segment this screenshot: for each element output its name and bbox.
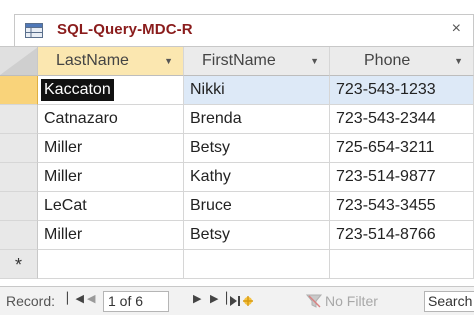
query-tab[interactable]: SQL-Query-MDC-R × xyxy=(14,14,474,46)
table-row[interactable]: Miller Betsy 725-654-3211 xyxy=(0,134,474,163)
chevron-down-icon[interactable]: ▼ xyxy=(310,47,319,75)
table-row[interactable]: LeCat Bruce 723-543-3455 xyxy=(0,192,474,221)
column-header-label: FirstName xyxy=(202,52,276,69)
column-header-firstname[interactable]: FirstName ▼ xyxy=(184,47,330,76)
firstname-cell[interactable]: Betsy xyxy=(184,134,330,163)
lastname-cell[interactable]: LeCat xyxy=(38,192,184,221)
chevron-down-icon[interactable]: ▼ xyxy=(164,47,173,75)
phone-cell[interactable]: 723-543-1233 xyxy=(330,76,474,105)
firstname-cell[interactable]: Brenda xyxy=(184,105,330,134)
record-selector[interactable] xyxy=(0,134,38,163)
firstname-cell[interactable]: Betsy xyxy=(184,221,330,250)
lastname-cell[interactable] xyxy=(38,250,184,279)
phone-cell[interactable]: 723-543-3455 xyxy=(330,192,474,221)
next-record-icon[interactable]: ▶ xyxy=(193,292,201,305)
new-record-icon[interactable] xyxy=(228,293,254,309)
phone-cell[interactable]: 725-654-3211 xyxy=(330,134,474,163)
record-selector[interactable] xyxy=(0,192,38,221)
record-navigation-bar: Record: ▏◀ ◀ 1 of 6 ▶ ▶▕ No Filter Searc… xyxy=(0,286,474,315)
phone-cell[interactable]: 723-543-2344 xyxy=(330,105,474,134)
phone-cell[interactable]: 723-514-8766 xyxy=(330,221,474,250)
table-row[interactable]: Catnazaro Brenda 723-543-2344 xyxy=(0,105,474,134)
first-record-button[interactable]: ▏◀ xyxy=(67,292,84,305)
no-filter-button[interactable]: No Filter xyxy=(325,293,378,309)
new-record-row[interactable]: * xyxy=(0,250,474,279)
close-icon[interactable]: × xyxy=(452,20,461,38)
firstname-cell[interactable] xyxy=(184,250,330,279)
firstname-cell[interactable]: Bruce xyxy=(184,192,330,221)
first-record-icon: ◀ xyxy=(75,293,84,305)
last-record-button[interactable]: ▶▕ xyxy=(210,292,227,305)
select-all-corner[interactable] xyxy=(0,47,38,76)
table-row[interactable]: Kaccaton Nikki 723-543-1233 xyxy=(0,76,474,105)
column-header-phone[interactable]: Phone ▼ xyxy=(330,47,474,76)
record-selector[interactable] xyxy=(0,105,38,134)
phone-cell[interactable] xyxy=(330,250,474,279)
lastname-cell[interactable]: Catnazaro xyxy=(38,105,184,134)
lastname-cell[interactable]: Miller xyxy=(38,221,184,250)
column-header-label: LastName xyxy=(56,52,129,69)
chevron-down-icon[interactable]: ▼ xyxy=(454,47,463,75)
tab-title: SQL-Query-MDC-R xyxy=(57,21,193,38)
lastname-cell[interactable]: Miller xyxy=(38,134,184,163)
cell-text: Kaccaton xyxy=(41,79,114,101)
header-row: LastName ▼ FirstName ▼ Phone ▼ xyxy=(0,47,474,76)
phone-cell[interactable]: 723-514-9877 xyxy=(330,163,474,192)
new-record-marker[interactable]: * xyxy=(0,250,38,279)
last-record-icon: ▶ xyxy=(210,293,219,305)
record-label: Record: xyxy=(6,293,56,309)
firstname-cell[interactable]: Kathy xyxy=(184,163,330,192)
previous-record-icon[interactable]: ◀ xyxy=(87,292,95,305)
firstname-cell[interactable]: Nikki xyxy=(184,76,330,105)
column-header-lastname[interactable]: LastName ▼ xyxy=(38,47,184,76)
record-selector[interactable] xyxy=(0,221,38,250)
datasheet-icon xyxy=(25,23,43,38)
record-selector[interactable] xyxy=(0,163,38,192)
column-header-label: Phone xyxy=(364,52,411,69)
table-row[interactable]: Miller Kathy 723-514-9877 xyxy=(0,163,474,192)
current-record-field[interactable]: 1 of 6 xyxy=(103,291,169,312)
table-row[interactable]: Miller Betsy 723-514-8766 xyxy=(0,221,474,250)
filter-icon xyxy=(306,294,322,308)
lastname-cell[interactable]: Miller xyxy=(38,163,184,192)
record-selector[interactable] xyxy=(0,76,38,105)
tab-bar: SQL-Query-MDC-R × xyxy=(0,0,474,46)
lastname-cell[interactable]: Kaccaton xyxy=(38,76,184,105)
datasheet-grid: LastName ▼ FirstName ▼ Phone ▼ Kaccaton … xyxy=(0,46,474,286)
search-input[interactable]: Search xyxy=(424,291,474,312)
